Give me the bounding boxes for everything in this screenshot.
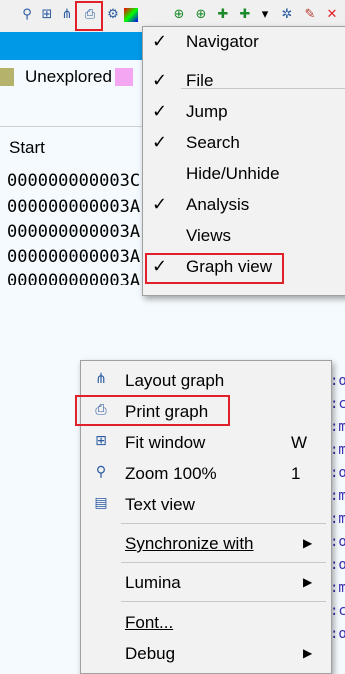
edit-icon[interactable]: ✎ <box>301 6 319 24</box>
menu-item-file[interactable]: ✓ File <box>143 66 345 97</box>
shortcut-label: 1 <box>291 464 301 483</box>
menu-separator <box>121 601 326 602</box>
listing-row[interactable]: 000000000003A <box>7 222 147 242</box>
check-icon: ✓ <box>152 70 168 91</box>
menu-item-analysis[interactable]: ✓ Analysis <box>143 190 345 221</box>
menu-item-lumina[interactable]: Lumina ▶ <box>81 567 331 598</box>
menu-item-label: Hide/Unhide <box>186 164 280 183</box>
menu-item-label: File <box>186 71 214 90</box>
check-icon: ✓ <box>152 101 168 122</box>
star-icon[interactable]: ✲ <box>278 6 296 24</box>
menu-item-label: Navigator <box>186 32 259 51</box>
print-icon-highlight <box>75 1 103 31</box>
check-icon: ✓ <box>152 31 168 52</box>
graph-text-fragment: :m <box>330 419 345 435</box>
close-icon[interactable]: ✕ <box>323 6 341 24</box>
graph-text-fragment: :c <box>330 396 345 412</box>
text-view-icon: ▤ <box>94 495 108 511</box>
add-node-icon[interactable]: ⊕ <box>170 6 188 24</box>
menu-separator <box>121 523 326 524</box>
print-graph-highlight <box>75 395 230 426</box>
menu-item-jump[interactable]: ✓ Jump <box>143 97 345 128</box>
menu-item-layout-graph[interactable]: ⋔ Layout graph <box>81 365 331 396</box>
settings-icon[interactable]: ⚙ <box>104 6 122 24</box>
menu-item-synchronize-with[interactable]: Synchronize with ▶ <box>81 528 331 559</box>
color-icon[interactable] <box>124 8 138 22</box>
submenu-arrow-icon: ▶ <box>303 536 313 550</box>
listing-row[interactable]: 000000000003A <box>7 271 147 285</box>
menu-item-debug[interactable]: Debug ▶ <box>81 638 331 669</box>
graph-text-fragment: :o <box>330 465 345 481</box>
menu-item-text-view[interactable]: ▤ Text view <box>81 489 331 520</box>
add-edge-icon[interactable]: ✚ <box>214 6 232 24</box>
graph-text-fragment: :o <box>330 534 345 550</box>
graph-text-fragment: :c <box>330 603 345 619</box>
menu-item-views[interactable]: Views <box>143 221 345 252</box>
zoom-icon[interactable]: ⚲ <box>18 6 36 24</box>
add-icon[interactable]: ✚ <box>236 6 254 24</box>
legend-swatch-pink <box>115 68 133 86</box>
listing-row[interactable]: 000000000003A <box>7 247 147 267</box>
graph-text-fragment: :m <box>330 488 345 504</box>
check-icon: ✓ <box>152 194 168 215</box>
menu-item-fit-window[interactable]: ⊞ Fit window W <box>81 427 331 458</box>
menu-item-label: Jump <box>186 102 228 121</box>
menu-item-zoom-100[interactable]: ⚲ Zoom 100% 1 <box>81 458 331 489</box>
menu-item-label: Layout graph <box>125 371 225 390</box>
menu-item-label: Views <box>186 226 232 245</box>
layout-graph-icon: ⋔ <box>95 371 107 387</box>
menu-item-navigator[interactable]: ✓ Navigator <box>143 27 345 58</box>
menu-item-label: Synchronize with <box>125 534 254 553</box>
menu-item-font[interactable]: Font... <box>81 607 331 638</box>
legend-swatch-olive <box>0 68 14 86</box>
graph-text-fragment: :o <box>330 626 345 642</box>
graph-text-fragment: :o <box>330 373 345 389</box>
shortcut-label: W <box>291 433 308 452</box>
menu-item-label: Font... <box>125 613 174 632</box>
fit-window-icon: ⊞ <box>95 433 107 449</box>
check-icon: ✓ <box>152 132 168 153</box>
menu-item-hide-unhide[interactable]: Hide/Unhide <box>143 159 345 190</box>
menu-item-label: Analysis <box>186 195 250 214</box>
add-group-icon[interactable]: ⊕ <box>192 6 210 24</box>
menu-item-label: Debug <box>125 644 176 663</box>
submenu-arrow-icon: ▶ <box>303 575 313 589</box>
fit-window-icon[interactable]: ⊞ <box>38 6 56 24</box>
graph-text-fragment: :m <box>330 511 345 527</box>
legend-unexplored-label: Unexplored <box>25 67 112 86</box>
graph-text-fragment: :m <box>330 580 345 596</box>
layout-graph-icon[interactable]: ⋔ <box>58 6 76 24</box>
zoom-icon: ⚲ <box>95 464 107 480</box>
menu-item-label: Text view <box>125 495 195 514</box>
dropdown-icon[interactable]: ▾ <box>256 6 274 24</box>
listing-row[interactable]: 000000000003A <box>7 197 147 217</box>
menu-item-label: Fit window <box>125 433 206 452</box>
menu-item-label: Zoom 100% <box>125 464 217 483</box>
submenu-arrow-icon: ▶ <box>303 646 313 660</box>
menu-item-search[interactable]: ✓ Search <box>143 128 345 159</box>
graph-text-fragment: :m <box>330 442 345 458</box>
menu-item-label: Lumina <box>125 573 181 592</box>
graph-text-fragment: :o <box>330 557 345 573</box>
menu-item-label: Search <box>186 133 240 152</box>
graph-view-highlight <box>145 253 284 284</box>
header-divider <box>0 126 150 127</box>
column-header-start[interactable]: Start <box>9 138 45 158</box>
listing-row[interactable]: 000000000003C <box>7 171 147 191</box>
menu-separator <box>121 562 326 563</box>
